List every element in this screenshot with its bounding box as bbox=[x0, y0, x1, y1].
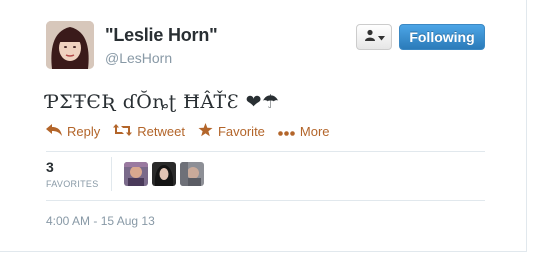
tweet-text: ƤΣŦЄƦ ɗŎȵʈ ĦÂŤƐ ❤☂ bbox=[46, 91, 280, 113]
following-button[interactable]: Following bbox=[399, 24, 485, 50]
favoriter-avatar[interactable] bbox=[152, 162, 176, 186]
reply-icon bbox=[46, 124, 67, 139]
favorites-label[interactable]: FAVORITES bbox=[46, 179, 99, 189]
reply-label: Reply bbox=[67, 124, 101, 139]
favoriters-avatars bbox=[124, 162, 204, 186]
favorite-label: Favorite bbox=[217, 124, 265, 139]
divider bbox=[46, 151, 485, 152]
user-actions-dropdown[interactable] bbox=[356, 24, 392, 50]
more-action[interactable]: More bbox=[278, 124, 330, 139]
star-icon bbox=[198, 123, 218, 140]
tweet-timestamp[interactable]: 4:00 AM - 15 Aug 13 bbox=[46, 214, 155, 228]
more-dots-icon bbox=[278, 124, 300, 139]
retweet-action[interactable]: Retweet bbox=[113, 124, 185, 139]
favorites-count[interactable]: 3 bbox=[46, 159, 54, 175]
reply-action[interactable]: Reply bbox=[46, 124, 100, 139]
more-label: More bbox=[299, 124, 330, 139]
favoriter-avatar[interactable] bbox=[124, 162, 148, 186]
favoriter-avatar[interactable] bbox=[180, 162, 204, 186]
user-icon bbox=[364, 28, 376, 46]
divider bbox=[46, 200, 485, 201]
tweet-card: "Leslie Horn" @LesHorn Following ƤΣŦЄƦ ɗ… bbox=[0, 0, 527, 252]
user-screen-name[interactable]: @LesHorn bbox=[105, 50, 172, 66]
user-fullname[interactable]: "Leslie Horn" bbox=[105, 25, 218, 46]
retweet-label: Retweet bbox=[137, 124, 185, 139]
stats-separator bbox=[111, 157, 112, 191]
profile-avatar[interactable] bbox=[46, 21, 94, 69]
tweet-actions: Reply Retweet Favorite More bbox=[46, 123, 343, 140]
favorite-action[interactable]: Favorite bbox=[198, 123, 265, 140]
retweet-icon bbox=[113, 124, 137, 139]
caret-down-icon bbox=[377, 28, 385, 46]
